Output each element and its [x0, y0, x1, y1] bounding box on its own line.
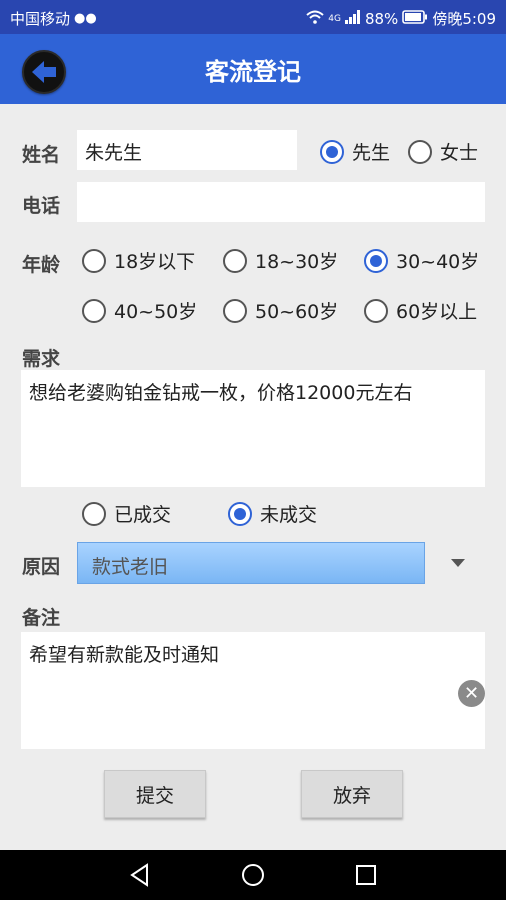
carrier-text: 中国移动 [10, 10, 71, 28]
signal-icon [344, 9, 361, 28]
recent-apps-icon[interactable] [355, 864, 377, 886]
age-option-2[interactable]: 18~30岁 [223, 247, 338, 274]
battery-text: 88% [364, 9, 399, 28]
deal-done-radio[interactable]: 已成交 [82, 500, 171, 527]
phone-label: 电话 [22, 195, 61, 217]
home-nav-icon[interactable] [241, 863, 265, 887]
phone-input[interactable] [77, 182, 485, 222]
wifi-icon [306, 10, 324, 28]
status-bar: 中国移动 ●● 4G 88% 傍晚5:09 [0, 0, 506, 34]
deal-pending-radio[interactable]: 未成交 [228, 500, 317, 527]
need-label: 需求 [22, 348, 61, 370]
radio-circle-selected [228, 501, 252, 526]
gender-ms-radio[interactable]: 女士 [408, 138, 478, 165]
radio-circle [408, 139, 432, 164]
navigation-bar [0, 850, 506, 900]
age-option-5[interactable]: 50~60岁 [223, 297, 338, 324]
radio-circle-selected [364, 248, 388, 273]
age-option-3[interactable]: 30~40岁 [364, 247, 479, 274]
remark-textarea[interactable]: 希望有新款能及时通知 [21, 632, 485, 749]
deal-done-label: 已成交 [114, 504, 172, 526]
age-option-6[interactable]: 60岁以上 [364, 297, 477, 324]
age-option-label: 18~30岁 [255, 251, 339, 273]
age-option-label: 30~40岁 [396, 251, 480, 273]
reason-dropdown[interactable]: 款式老旧 [77, 542, 425, 584]
name-input[interactable]: 朱先生 [77, 130, 297, 170]
age-option-1[interactable]: 18岁以下 [82, 247, 195, 274]
radio-circle [364, 298, 388, 323]
need-textarea[interactable]: 想给老婆购铂金钻戒一枚，价格12000元左右 [21, 370, 485, 487]
network-type: 4G [328, 13, 341, 24]
discard-button[interactable]: 放弃 [301, 770, 403, 818]
clear-icon[interactable]: ✕ [458, 680, 485, 707]
remark-label: 备注 [22, 607, 61, 629]
age-option-label: 50~60岁 [255, 301, 339, 323]
radio-circle [82, 298, 106, 323]
age-option-label: 40~50岁 [114, 301, 198, 323]
dropdown-arrow-icon[interactable] [451, 559, 465, 567]
radio-circle [223, 298, 247, 323]
clock-text: 傍晚5:09 [432, 10, 496, 28]
page-title: 客流登记 [205, 58, 301, 86]
gender-ms-label: 女士 [440, 142, 479, 164]
submit-button[interactable]: 提交 [104, 770, 206, 818]
reason-label: 原因 [22, 556, 61, 578]
age-label: 年龄 [22, 254, 61, 276]
name-label: 姓名 [22, 144, 61, 166]
back-nav-icon[interactable] [128, 863, 152, 887]
wechat-icon: ●● [74, 11, 97, 26]
deal-pending-label: 未成交 [260, 504, 318, 526]
radio-circle-selected [320, 139, 344, 164]
radio-circle [223, 248, 247, 273]
radio-circle [82, 501, 106, 526]
gender-mr-label: 先生 [352, 142, 391, 164]
age-option-4[interactable]: 40~50岁 [82, 297, 197, 324]
battery-icon [402, 9, 428, 28]
age-option-label: 60岁以上 [396, 301, 478, 323]
age-option-label: 18岁以下 [114, 251, 196, 273]
radio-circle [82, 248, 106, 273]
app-bar: 客流登记 [0, 34, 506, 104]
gender-mr-radio[interactable]: 先生 [320, 138, 390, 165]
